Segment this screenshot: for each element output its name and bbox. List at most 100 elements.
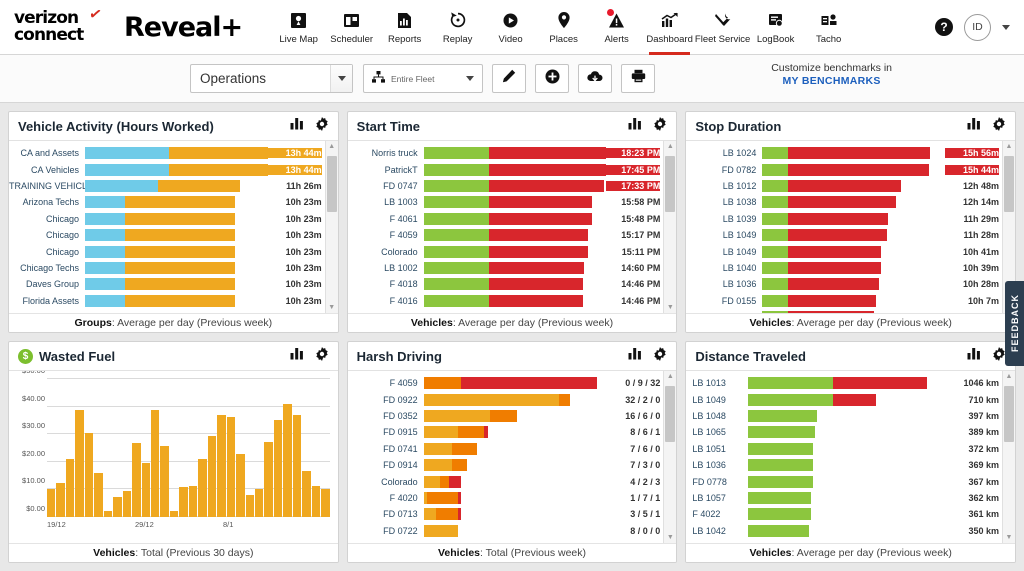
bar-row[interactable]: FD 09158 / 6 / 1 <box>348 424 664 440</box>
scroll-up-arrow-icon[interactable]: ▲ <box>1006 371 1013 382</box>
scroll-thumb[interactable] <box>1004 386 1014 442</box>
chart-bar[interactable] <box>189 486 197 517</box>
chart-bar[interactable] <box>170 511 178 517</box>
bar-row[interactable]: LB 102415h 56m <box>686 145 1002 161</box>
chart-type-icon[interactable] <box>967 117 981 135</box>
gear-icon[interactable] <box>315 347 329 366</box>
bar-row[interactable]: LB 104911h 28m <box>686 227 1002 243</box>
chart-bar[interactable] <box>66 459 74 517</box>
bar-row[interactable]: Chicago10h 23m <box>9 243 325 259</box>
scroll-up-arrow-icon[interactable]: ▲ <box>667 371 674 382</box>
chart-bar[interactable] <box>123 491 131 517</box>
bar-row[interactable]: FD 0778367 km <box>686 473 1002 489</box>
feedback-tab[interactable]: FEEDBACK <box>1005 281 1024 366</box>
chart-bar[interactable] <box>179 487 187 517</box>
bar-row[interactable]: LB 100315:58 PM <box>348 194 664 210</box>
bar-row[interactable]: Colorado15:11 PM <box>348 243 664 259</box>
vertical-scrollbar[interactable]: ▲ ▼ <box>663 141 676 313</box>
chart-type-icon[interactable] <box>290 117 304 135</box>
scroll-down-arrow-icon[interactable]: ▼ <box>667 302 674 313</box>
download-button[interactable] <box>578 64 612 93</box>
chart-bar[interactable] <box>113 497 121 517</box>
bar-row[interactable]: LB 1057362 km <box>686 490 1002 506</box>
bar-row[interactable]: F 405915:17 PM <box>348 227 664 243</box>
chart-bar[interactable] <box>56 483 64 517</box>
bar-row[interactable]: Norris truck18:23 PM <box>348 145 664 161</box>
bar-row[interactable]: LB 1048397 km <box>686 408 1002 424</box>
scroll-up-arrow-icon[interactable]: ▲ <box>328 141 335 152</box>
chart-bar[interactable] <box>132 443 140 517</box>
bar-row[interactable]: PatrickT17:45 PM <box>348 161 664 177</box>
vertical-scrollbar[interactable]: ▲ ▼ <box>1002 371 1015 543</box>
fleet-select[interactable]: Entire Fleet <box>363 64 483 93</box>
bar-row[interactable]: FD 07133 / 5 / 1 <box>348 506 664 522</box>
gear-icon[interactable] <box>992 117 1006 136</box>
nav-item-scheduler[interactable]: Scheduler <box>325 0 378 55</box>
my-benchmarks-link[interactable]: MY BENCHMARKS <box>771 75 892 88</box>
bar-row[interactable]: LB 1049710 km <box>686 391 1002 407</box>
chart-bar[interactable] <box>293 415 301 517</box>
scroll-thumb[interactable] <box>665 386 675 442</box>
chart-bar[interactable] <box>142 463 150 517</box>
bar-row[interactable]: LB 1036369 km <box>686 457 1002 473</box>
chevron-down-icon[interactable] <box>1002 25 1010 30</box>
chart-bar[interactable] <box>208 436 216 517</box>
bar-row[interactable]: LB 103610h 28m <box>686 276 1002 292</box>
chart-bar[interactable] <box>85 433 93 517</box>
bar-row[interactable]: LB 100214:60 PM <box>348 260 664 276</box>
chart-bar[interactable] <box>302 471 310 517</box>
add-button[interactable] <box>535 64 569 93</box>
help-icon[interactable]: ? <box>935 18 953 36</box>
chart-type-icon[interactable] <box>628 347 642 365</box>
bar-row[interactable]: LB 1042350 km <box>686 523 1002 539</box>
bar-row[interactable]: FD 09147 / 3 / 0 <box>348 457 664 473</box>
verizon-connect-logo[interactable]: verizon connect ✓ <box>14 10 106 44</box>
avatar[interactable]: ID <box>964 14 991 41</box>
gear-icon[interactable] <box>315 117 329 136</box>
bar-row[interactable]: LB 101212h 48m <box>686 178 1002 194</box>
scroll-up-arrow-icon[interactable]: ▲ <box>1006 141 1013 152</box>
print-button[interactable] <box>621 64 655 93</box>
bar-row[interactable]: LB 1065389 km <box>686 424 1002 440</box>
nav-item-places[interactable]: Places <box>537 0 590 55</box>
vertical-scrollbar[interactable]: ▲ ▼ <box>663 371 676 543</box>
edit-button[interactable] <box>492 64 526 93</box>
vertical-scrollbar[interactable]: ▲ ▼ <box>325 141 338 313</box>
nav-item-tacho[interactable]: Tacho <box>802 0 855 55</box>
scroll-track[interactable] <box>664 152 676 302</box>
scroll-thumb[interactable] <box>665 156 675 212</box>
bar-row[interactable]: F 401614:46 PM <box>348 293 664 309</box>
bar-row[interactable]: F 401814:46 PM <box>348 276 664 292</box>
scroll-thumb[interactable] <box>1004 156 1014 212</box>
scroll-down-arrow-icon[interactable]: ▼ <box>328 302 335 313</box>
chart-bar[interactable] <box>236 454 244 517</box>
chart-type-icon[interactable] <box>628 117 642 135</box>
scroll-thumb[interactable] <box>327 156 337 212</box>
bar-row[interactable]: F 40201 / 7 / 1 <box>348 490 664 506</box>
scroll-down-arrow-icon[interactable]: ▼ <box>1006 532 1013 543</box>
bar-row[interactable]: FD 074717:33 PM <box>348 178 664 194</box>
scroll-up-arrow-icon[interactable]: ▲ <box>667 141 674 152</box>
bar-row[interactable]: LB 103812h 14m <box>686 194 1002 210</box>
chart-bar[interactable] <box>312 486 320 517</box>
nav-item-video[interactable]: Video <box>484 0 537 55</box>
bar-row[interactable]: FD 092232 / 2 / 0 <box>348 391 664 407</box>
dashboard-select[interactable]: Operations <box>190 64 353 93</box>
bar-row[interactable]: FD 035216 / 6 / 0 <box>348 408 664 424</box>
nav-item-reports[interactable]: Reports <box>378 0 431 55</box>
chart-bar[interactable] <box>198 459 206 517</box>
chart-bar[interactable] <box>264 442 272 517</box>
nav-item-logbook[interactable]: LogBook <box>749 0 802 55</box>
chart-bar[interactable] <box>321 489 329 517</box>
chart-bar[interactable] <box>151 410 159 517</box>
chart-bar[interactable] <box>246 495 254 517</box>
bar-row[interactable]: FD 015510h 7m <box>686 293 1002 309</box>
chart-bar[interactable] <box>104 511 112 517</box>
chart-bar[interactable] <box>227 417 235 517</box>
scroll-track[interactable] <box>664 382 676 532</box>
bar-row[interactable]: Chicago10h 23m <box>9 211 325 227</box>
nav-item-fleet-service[interactable]: Fleet Service <box>696 0 749 55</box>
bar-row[interactable]: LB 1051372 km <box>686 441 1002 457</box>
chart-bar[interactable] <box>255 489 263 517</box>
bar-row[interactable]: FD 078215h 44m <box>686 161 1002 177</box>
